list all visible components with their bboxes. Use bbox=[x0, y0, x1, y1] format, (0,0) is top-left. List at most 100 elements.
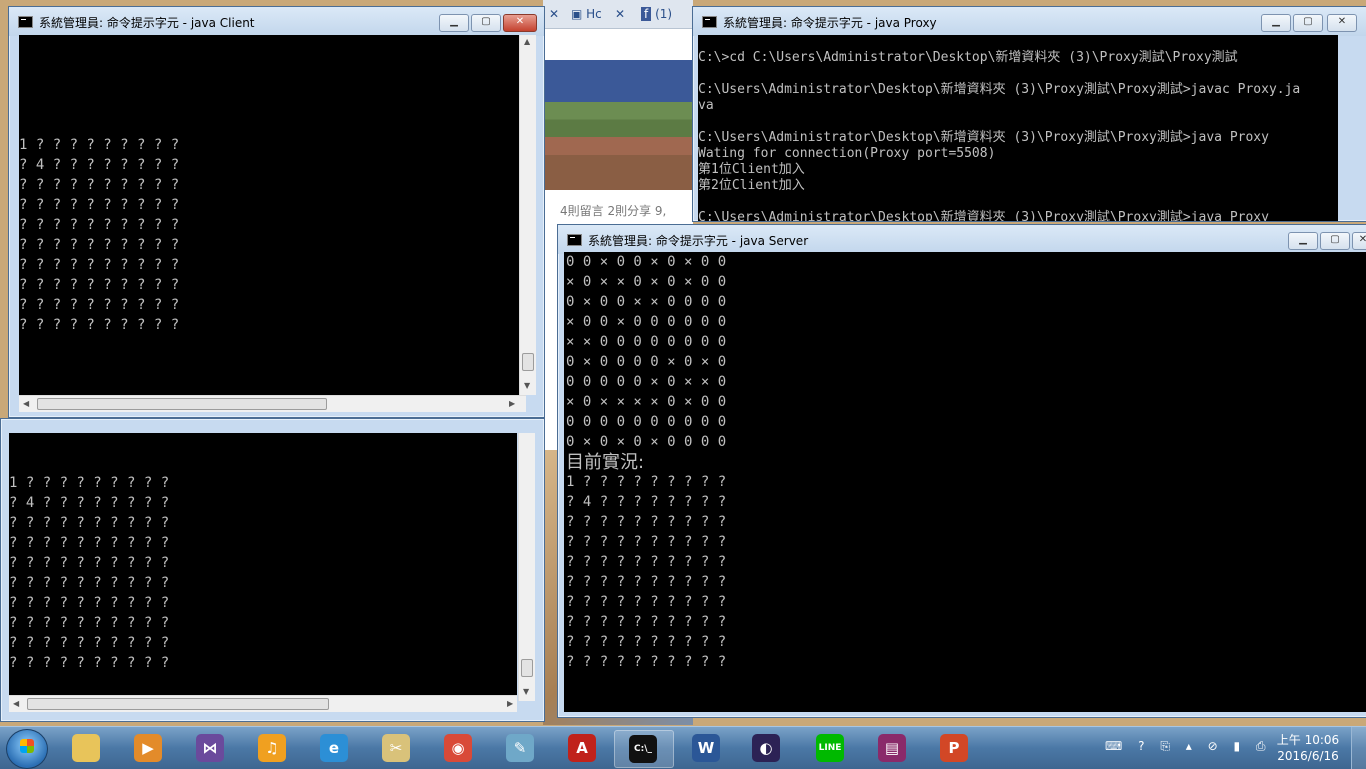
taskbar-button-acrobat[interactable]: A bbox=[554, 730, 612, 766]
log-line: va bbox=[698, 98, 714, 113]
client-titlebar[interactable]: 系統管理員: 命令提示字元 - java Client ▁ ▢ ✕ bbox=[9, 7, 544, 36]
vertical-scrollbar[interactable]: ▲ ▼ bbox=[519, 35, 536, 395]
cmd-icon bbox=[567, 234, 582, 246]
board-row: ? ? ? ? ? ? ? ? ? ? bbox=[9, 655, 170, 671]
scroll-thumb[interactable] bbox=[522, 353, 534, 371]
start-button[interactable] bbox=[6, 729, 48, 769]
board-row: ? ? ? ? ? ? ? ? ? ? bbox=[19, 217, 180, 233]
client-window-title: 系統管理員: 命令提示字元 - java Client bbox=[39, 16, 255, 30]
board-row: 1 ? ? ? ? ? ? ? ? ? bbox=[566, 474, 727, 490]
vertical-scrollbar[interactable]: ▼ bbox=[518, 433, 535, 701]
scroll-left-icon[interactable]: ◀ bbox=[23, 399, 29, 408]
mine-row: 0 × 0 × 0 × 0 0 0 0 bbox=[566, 434, 727, 450]
taskbar-button-headset[interactable]: ♫ bbox=[244, 730, 302, 766]
scroll-thumb[interactable] bbox=[27, 698, 329, 710]
taskbar-button-word[interactable]: W bbox=[678, 730, 736, 766]
server-window[interactable]: 系統管理員: 命令提示字元 - java Server ▁ ▢ ✕ 0 0 × … bbox=[557, 224, 1366, 718]
minimize-button[interactable]: ▁ bbox=[1261, 14, 1291, 32]
clock[interactable]: 上午 10:06 2016/6/16 bbox=[1272, 732, 1344, 764]
board-row: ? ? ? ? ? ? ? ? ? ? bbox=[19, 237, 180, 253]
taskbar: ▶ ⋈ ♫ e ✂ ◉ ✎ A C:\_ W ◐ LINE ▤ P ⌨ ? ⎘ ▴ ⊘ ▮ ⎙ 上午 10… bbox=[0, 726, 1366, 769]
proxy-window-title: 系統管理員: 命令提示字元 - java Proxy bbox=[723, 16, 937, 30]
taskbar-button-visual-studio[interactable]: ⋈ bbox=[182, 730, 240, 766]
scroll-left-icon[interactable]: ◀ bbox=[13, 699, 19, 708]
internet-explorer-icon: e bbox=[320, 734, 348, 762]
taskbar-button-internet-explorer[interactable]: e bbox=[306, 730, 364, 766]
board-row: ? ? ? ? ? ? ? ? ? ? bbox=[19, 177, 180, 193]
taskbar-button-eclipse[interactable]: ◐ bbox=[738, 730, 796, 766]
scroll-thumb[interactable] bbox=[37, 398, 327, 410]
mine-row: 0 × 0 0 × × 0 0 0 0 bbox=[566, 294, 727, 310]
taskbar-button-snipping-tool[interactable]: ✂ bbox=[368, 730, 426, 766]
minimize-button[interactable]: ▁ bbox=[439, 14, 469, 32]
taskbar-button-media-player[interactable]: ▶ bbox=[120, 730, 178, 766]
media-player-icon: ▶ bbox=[134, 734, 162, 762]
taskbar-button-line[interactable]: LINE bbox=[802, 730, 860, 766]
board-row: ? ? ? ? ? ? ? ? ? ? bbox=[9, 575, 170, 591]
horizontal-scrollbar[interactable]: ◀ ▶ bbox=[9, 695, 517, 712]
board-row: ? ? ? ? ? ? ? ? ? ? bbox=[19, 277, 180, 293]
client-window[interactable]: 系統管理員: 命令提示字元 - java Client ▁ ▢ ✕ 1 ? ? … bbox=[8, 6, 545, 418]
client-board: 1 ? ? ? ? ? ? ? ? ? ? 4 ? ? ? ? ? ? ? ? ? … bbox=[19, 135, 179, 335]
proxy-console-output: C:\>cd C:\Users\Administrator\Desktop\新增… bbox=[698, 35, 1338, 221]
board-row: ? ? ? ? ? ? ? ? ? ? bbox=[9, 535, 170, 551]
clock-time: 上午 10:06 bbox=[1276, 733, 1340, 747]
server-titlebar[interactable]: 系統管理員: 命令提示字元 - java Server ▁ ▢ ✕ bbox=[558, 225, 1366, 254]
tab-close-icon[interactable]: ✕ bbox=[549, 3, 559, 25]
scroll-right-icon[interactable]: ▶ bbox=[509, 399, 515, 408]
mine-row: × 0 0 × 0 0 0 0 0 0 bbox=[566, 314, 727, 330]
taskbar-button-chrome[interactable]: ◉ bbox=[430, 730, 488, 766]
taskbar-button-notepad[interactable]: ✎ bbox=[492, 730, 550, 766]
visual-studio-icon: ⋈ bbox=[196, 734, 224, 762]
maximize-button[interactable]: ▢ bbox=[1293, 14, 1323, 32]
mine-row: × × 0 0 0 0 0 0 0 0 bbox=[566, 334, 727, 350]
word-icon: W bbox=[692, 734, 720, 762]
baseball-photo[interactable] bbox=[543, 102, 693, 190]
proxy-titlebar[interactable]: 系統管理員: 命令提示字元 - java Proxy ▁ ▢ ✕ bbox=[693, 7, 1366, 36]
close-button[interactable]: ✕ bbox=[1327, 14, 1357, 32]
maximize-button[interactable]: ▢ bbox=[1320, 232, 1350, 250]
log-line: 第2位Client加入 bbox=[698, 178, 805, 193]
scroll-thumb[interactable] bbox=[521, 659, 533, 677]
scroll-down-icon[interactable]: ▼ bbox=[523, 687, 529, 696]
winrar-icon: ▤ bbox=[878, 734, 906, 762]
browser-tab-1[interactable]: ▣ Hc bbox=[571, 3, 602, 25]
system-tray[interactable]: ⌨ ? ⎘ ▴ ⊘ ▮ ⎙ bbox=[1105, 739, 1271, 754]
clock-date: 2016/6/16 bbox=[1277, 749, 1339, 763]
minimize-button[interactable]: ▁ bbox=[1288, 232, 1318, 250]
taskbar-button-powerpoint[interactable]: P bbox=[926, 730, 984, 766]
board-row: ? ? ? ? ? ? ? ? ? ? bbox=[566, 574, 727, 590]
board-row: ? ? ? ? ? ? ? ? ? ? bbox=[19, 317, 180, 333]
client-console-output: 1 ? ? ? ? ? ? ? ? ? ? 4 ? ? ? ? ? ? ? ? ? … bbox=[19, 35, 526, 395]
client2-window[interactable]: 1 ? ? ? ? ? ? ? ? ? ? 4 ? ? ? ? ? ? ? ? ? … bbox=[0, 418, 545, 722]
taskbar-button-command-prompt[interactable]: C:\_ bbox=[614, 730, 674, 768]
scroll-right-icon[interactable]: ▶ bbox=[507, 699, 513, 708]
scroll-down-icon[interactable]: ▼ bbox=[524, 381, 530, 390]
board-row: ? ? ? ? ? ? ? ? ? ? bbox=[9, 595, 170, 611]
browser-tab-2[interactable]: f (1) bbox=[641, 3, 672, 25]
facebook-icon: f bbox=[641, 7, 652, 21]
tab-label: Hc bbox=[586, 7, 602, 21]
board-row: ? ? ? ? ? ? ? ? ? ? bbox=[566, 614, 727, 630]
taskbar-button-winrar[interactable]: ▤ bbox=[864, 730, 922, 766]
proxy-window[interactable]: 系統管理員: 命令提示字元 - java Proxy ▁ ▢ ✕ C:\>cd … bbox=[692, 6, 1366, 222]
mine-row: 0 0 0 0 0 0 0 0 0 0 bbox=[566, 414, 727, 430]
show-desktop-button[interactable] bbox=[1351, 727, 1366, 769]
close-button[interactable]: ✕ bbox=[1352, 232, 1366, 250]
log-line: C:\Users\Administrator\Desktop\新增資料夾 (3)… bbox=[698, 130, 1269, 145]
taskbar-button-file-explorer[interactable] bbox=[58, 730, 116, 766]
horizontal-scrollbar[interactable]: ◀ ▶ bbox=[19, 395, 526, 412]
post-stats[interactable]: 4則留言 2則分享 9, bbox=[560, 202, 666, 219]
board-row: ? ? ? ? ? ? ? ? ? ? bbox=[19, 297, 180, 313]
file-explorer-icon bbox=[72, 734, 100, 762]
board-row: ? ? ? ? ? ? ? ? ? ? bbox=[9, 635, 170, 651]
chrome-icon: ◉ bbox=[444, 734, 472, 762]
tab-close-icon[interactable]: ✕ bbox=[615, 3, 625, 25]
log-line: C:\Users\Administrator\Desktop\新增資料夾 (3)… bbox=[698, 82, 1301, 97]
maximize-button[interactable]: ▢ bbox=[471, 14, 501, 32]
close-button[interactable]: ✕ bbox=[503, 14, 537, 32]
board-row: ? ? ? ? ? ? ? ? ? ? bbox=[566, 514, 727, 530]
server-console-output: 0 0 × 0 0 × 0 × 0 0 × 0 × × 0 × 0 × 0 0 0 … bbox=[564, 252, 1366, 712]
scroll-up-icon[interactable]: ▲ bbox=[524, 37, 530, 46]
